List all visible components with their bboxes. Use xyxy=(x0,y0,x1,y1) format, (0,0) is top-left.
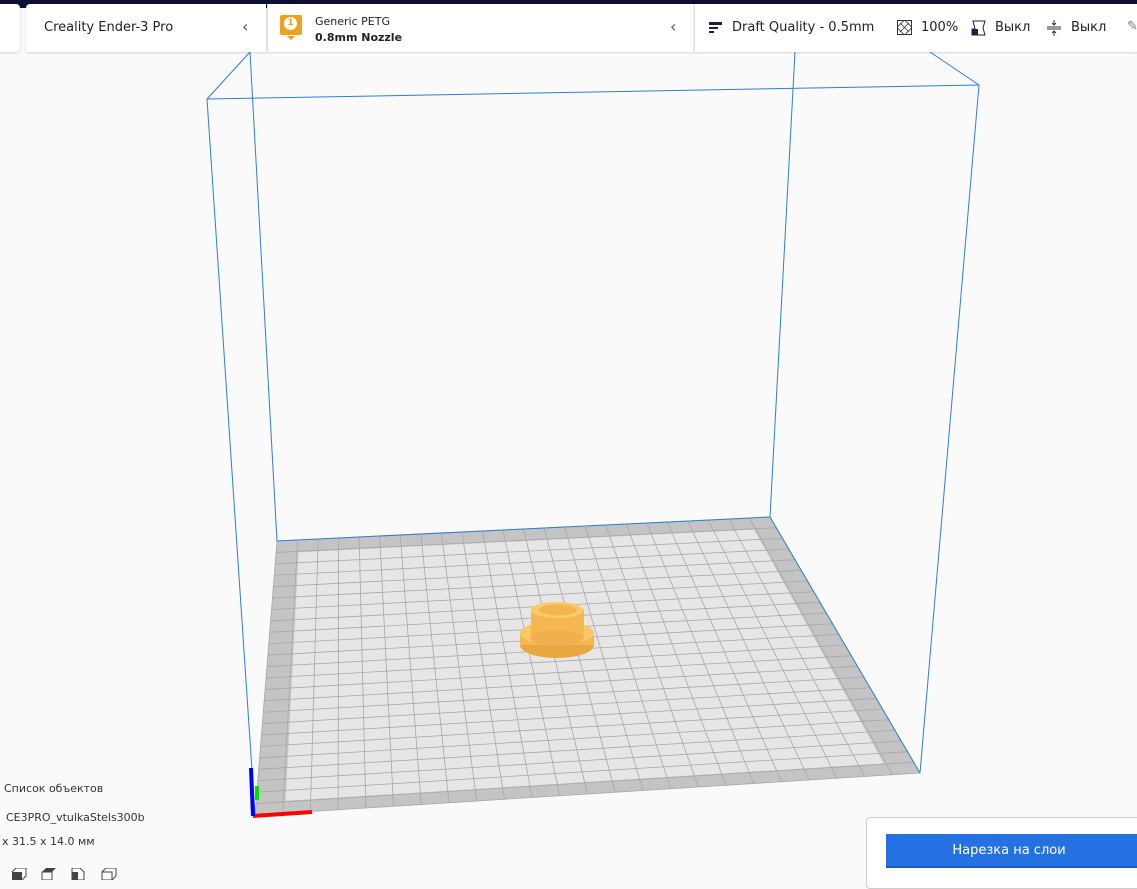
view-buttons xyxy=(10,865,120,884)
view-side-icon[interactable] xyxy=(101,867,117,881)
printer-selector[interactable]: Creality Ender-3 Pro ‹ xyxy=(26,4,266,52)
build-plate xyxy=(254,516,921,816)
adhesion-value: Выкл xyxy=(1071,20,1107,35)
chevron-left-icon: ‹ xyxy=(670,17,677,36)
model-bushing xyxy=(520,602,594,658)
object-list-title[interactable]: Список объектов xyxy=(4,782,103,795)
object-dimensions: x 31.5 x 14.0 мм xyxy=(2,835,95,848)
quality-icon xyxy=(709,22,722,33)
view-top-icon[interactable] xyxy=(71,867,85,881)
chevron-left-icon: ‹ xyxy=(242,17,249,36)
print-settings-selector[interactable]: Draft Quality - 0.5mm 100% Выкл Выкл ✎ xyxy=(694,4,1137,52)
pencil-icon[interactable]: ✎ xyxy=(1127,19,1137,34)
extruder-badge-icon: 1 xyxy=(280,15,302,40)
material-selector[interactable]: Generic PETG 0.8mm Nozzle ‹ xyxy=(267,4,694,52)
slice-button[interactable]: Нарезка на слои xyxy=(886,834,1137,866)
object-list-item[interactable]: CE3PRO_vtulkaStels300b xyxy=(6,811,145,824)
quality-profile: Draft Quality - 0.5mm xyxy=(732,20,875,35)
support-value: Выкл xyxy=(995,20,1031,35)
infill-icon xyxy=(897,20,912,35)
adhesion-icon xyxy=(1047,20,1061,36)
view-3d-icon[interactable] xyxy=(11,867,27,881)
3d-viewport[interactable] xyxy=(0,0,1137,876)
material-name: Generic PETG xyxy=(315,15,390,28)
view-front-icon[interactable] xyxy=(41,868,56,881)
support-icon xyxy=(971,20,986,36)
menu-stub[interactable] xyxy=(0,4,20,52)
infill-value: 100% xyxy=(921,20,959,35)
nozzle-size: 0.8mm Nozzle xyxy=(315,31,403,44)
printer-name: Creality Ender-3 Pro xyxy=(44,20,174,35)
